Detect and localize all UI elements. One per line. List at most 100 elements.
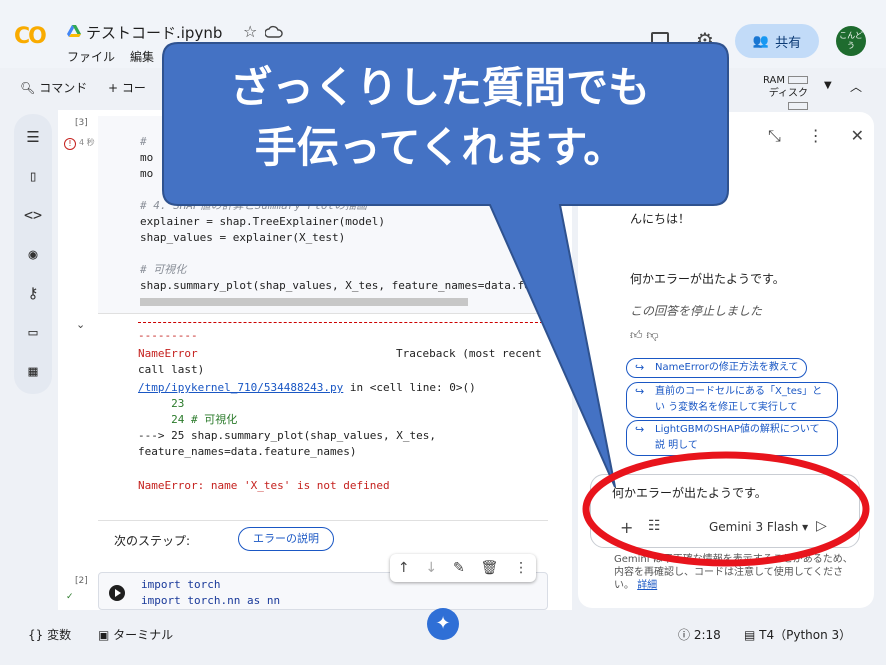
model-select[interactable]: Gemini 3 Flash ▾: [709, 520, 808, 534]
traceback-divider: [138, 322, 548, 323]
chevron-down-icon[interactable]: ⌄: [76, 318, 85, 331]
stopped-note: この回答を停止しました: [630, 304, 763, 318]
time-label: 2:18: [693, 628, 721, 642]
menu-file[interactable]: ファイル: [67, 48, 115, 65]
dashes: ---------: [138, 329, 198, 342]
trash-icon[interactable]: 🗑︎: [480, 560, 498, 576]
next-step-label: 次のステップ:: [114, 534, 191, 548]
folder-icon[interactable]: ▭: [23, 323, 43, 341]
toc-icon[interactable]: ☰: [23, 128, 43, 146]
session-time[interactable]: ⓘ 2:18: [678, 626, 721, 643]
suggestion-chip[interactable]: NameErrorの修正方法を教えて: [626, 358, 808, 378]
callout-text: ざっくりした質問でも 手伝ってくれます。: [160, 58, 720, 178]
in-cell: in <cell line: 0>(): [343, 381, 476, 394]
resource-meter[interactable]: RAM ディスク: [752, 74, 808, 113]
panel-header-icons: ⤡ ⋮ ✕: [768, 126, 864, 146]
cell-toolbar: ↑ ↓ ✎ 🗑︎ ⋮: [390, 554, 536, 582]
callout-line-2: 手伝ってくれます。: [254, 123, 626, 172]
arrow-down-icon[interactable]: ↓: [425, 560, 437, 576]
avatar[interactable]: こんどう: [836, 26, 866, 56]
error-name: NameError: [138, 347, 198, 360]
suggestion-chip[interactable]: LightGBMのSHAP値の解釈について説 明して: [626, 420, 838, 456]
variables-inspector-icon[interactable]: ◉: [23, 245, 43, 263]
drive-icon: [67, 25, 81, 37]
code-line: mo: [140, 151, 154, 164]
disk-label: ディスク: [768, 88, 808, 99]
code-line: shap.summary_plot(shap_values, X_tes, fe…: [140, 279, 558, 292]
code-line: import torch: [141, 578, 221, 591]
code-line: shap_values = explainer(X_test): [140, 231, 346, 244]
gemini-sparkle-button[interactable]: ✦: [427, 608, 459, 640]
variables-button[interactable]: {} 変数: [28, 626, 71, 643]
code-snippets-icon[interactable]: <>: [23, 206, 43, 224]
terminal-button[interactable]: ▣ ターミナル: [98, 626, 173, 643]
traceback-line-24: 24 # 可視化: [138, 413, 238, 426]
collapse-icon[interactable]: ⤡: [768, 126, 781, 146]
search-icon: 🔍︎: [20, 80, 36, 95]
code-line: import torch.nn as nn: [141, 594, 281, 607]
edit-icon[interactable]: ✎: [453, 560, 465, 576]
file-link[interactable]: /tmp/ipykernel_710/534488243.py: [138, 381, 343, 394]
gemini-input-field[interactable]: 何かエラーが出たようです。: [612, 484, 767, 501]
gemini-panel: ⤡ ⋮ ✕ んにちは！ 何かエラーが出たようです。 この回答を停止しました 👍︎…: [578, 112, 874, 608]
notebook-area: [3] ! 4 秒 ⌄ # mo mo # 4. SHAP値の計算とSummary P…: [58, 110, 572, 610]
user-message: 何かエラーが出たようです。: [630, 272, 785, 286]
send-icon[interactable]: ▷: [816, 518, 827, 534]
command-button[interactable]: 🔍︎ コマンド: [20, 79, 87, 96]
check-icon: ✓: [66, 592, 74, 602]
more-icon[interactable]: ⋮: [808, 126, 824, 146]
callout-line-1: ざっくりした質問でも: [229, 63, 650, 112]
more-icon[interactable]: ⋮: [514, 560, 528, 576]
runtime-label: T4（Python 3）: [759, 628, 852, 642]
table-icon[interactable]: ▦: [23, 362, 43, 380]
thumbs-up-icon[interactable]: 👍︎: [630, 328, 643, 342]
chevron-up-icon[interactable]: ︿: [850, 78, 862, 95]
share-button[interactable]: 👥 共有: [735, 24, 819, 58]
traceback-line-25: ---> 25 shap.summary_plot(shap_values, X…: [138, 429, 437, 442]
details-link[interactable]: 詳細: [637, 580, 657, 591]
chevron-down-icon[interactable]: ▼: [824, 80, 832, 91]
cell-exec-count: [3]: [75, 118, 88, 128]
run-cell-button[interactable]: [109, 585, 125, 601]
runtime-indicator[interactable]: ▤ T4（Python 3）: [744, 626, 851, 643]
feedback-icons: 👍︎ 👎︎: [630, 328, 659, 343]
share-label: 共有: [775, 35, 802, 51]
menu-edit[interactable]: 編集: [130, 48, 154, 65]
ram-label: RAM: [762, 75, 785, 86]
gear-icon[interactable]: ⚙: [696, 28, 714, 52]
code-line: #: [140, 135, 147, 148]
close-icon[interactable]: ✕: [851, 126, 864, 146]
horizontal-scrollbar[interactable]: [140, 298, 468, 306]
arrow-up-icon[interactable]: ↑: [398, 560, 410, 576]
suggestion-chip[interactable]: 直前のコードセルにある「X_tes」とい う変数名を修正して実行して: [626, 382, 838, 418]
disclaimer: Gemini は不正確な情報を表示することがあるため、内容を再確認し、コードは注…: [614, 553, 854, 592]
tune-icon[interactable]: ☷: [648, 518, 661, 534]
add-code-button[interactable]: + コー: [108, 79, 146, 96]
code-line: explainer = shap.TreeExplainer(model): [140, 215, 386, 228]
traceback-line-25b: feature_names=data.feature_names): [138, 445, 357, 458]
find-icon[interactable]: ▯: [23, 167, 43, 185]
cell-exec-time: 4 秒: [79, 138, 95, 147]
left-sidebar: ☰ ▯ <> ◉ ⚷ ▭ ▦: [14, 114, 52, 394]
comment-icon[interactable]: [651, 32, 669, 48]
disk-meter: [788, 102, 808, 110]
code-line: # 4. SHAP値の計算とSummary Plotの描画: [140, 199, 368, 212]
code-line: # 可視化: [140, 263, 187, 276]
explain-error-button[interactable]: エラーの説明: [238, 527, 334, 551]
notebook-title[interactable]: テストコード.ipynb: [86, 22, 222, 43]
traceback-label: Traceback (most recent: [396, 347, 542, 360]
plus-icon[interactable]: +: [620, 518, 633, 537]
thumbs-down-icon[interactable]: 👎︎: [646, 328, 658, 342]
key-icon[interactable]: ⚷: [23, 284, 43, 302]
code-line: mo: [140, 167, 154, 180]
cell-exec-count: [2]: [75, 576, 88, 586]
error-status-icon: !: [64, 138, 76, 150]
gemini-greeting: んにちは！: [630, 212, 691, 226]
cloud-saved-icon[interactable]: [265, 25, 283, 39]
call-last: call last): [138, 363, 205, 376]
colab-logo[interactable]: CO: [14, 24, 47, 49]
star-icon[interactable]: ☆: [243, 22, 257, 41]
model-label: Gemini 3 Flash: [709, 520, 799, 534]
variables-label: 変数: [47, 628, 72, 642]
traceback-line-23: 23: [138, 397, 185, 410]
